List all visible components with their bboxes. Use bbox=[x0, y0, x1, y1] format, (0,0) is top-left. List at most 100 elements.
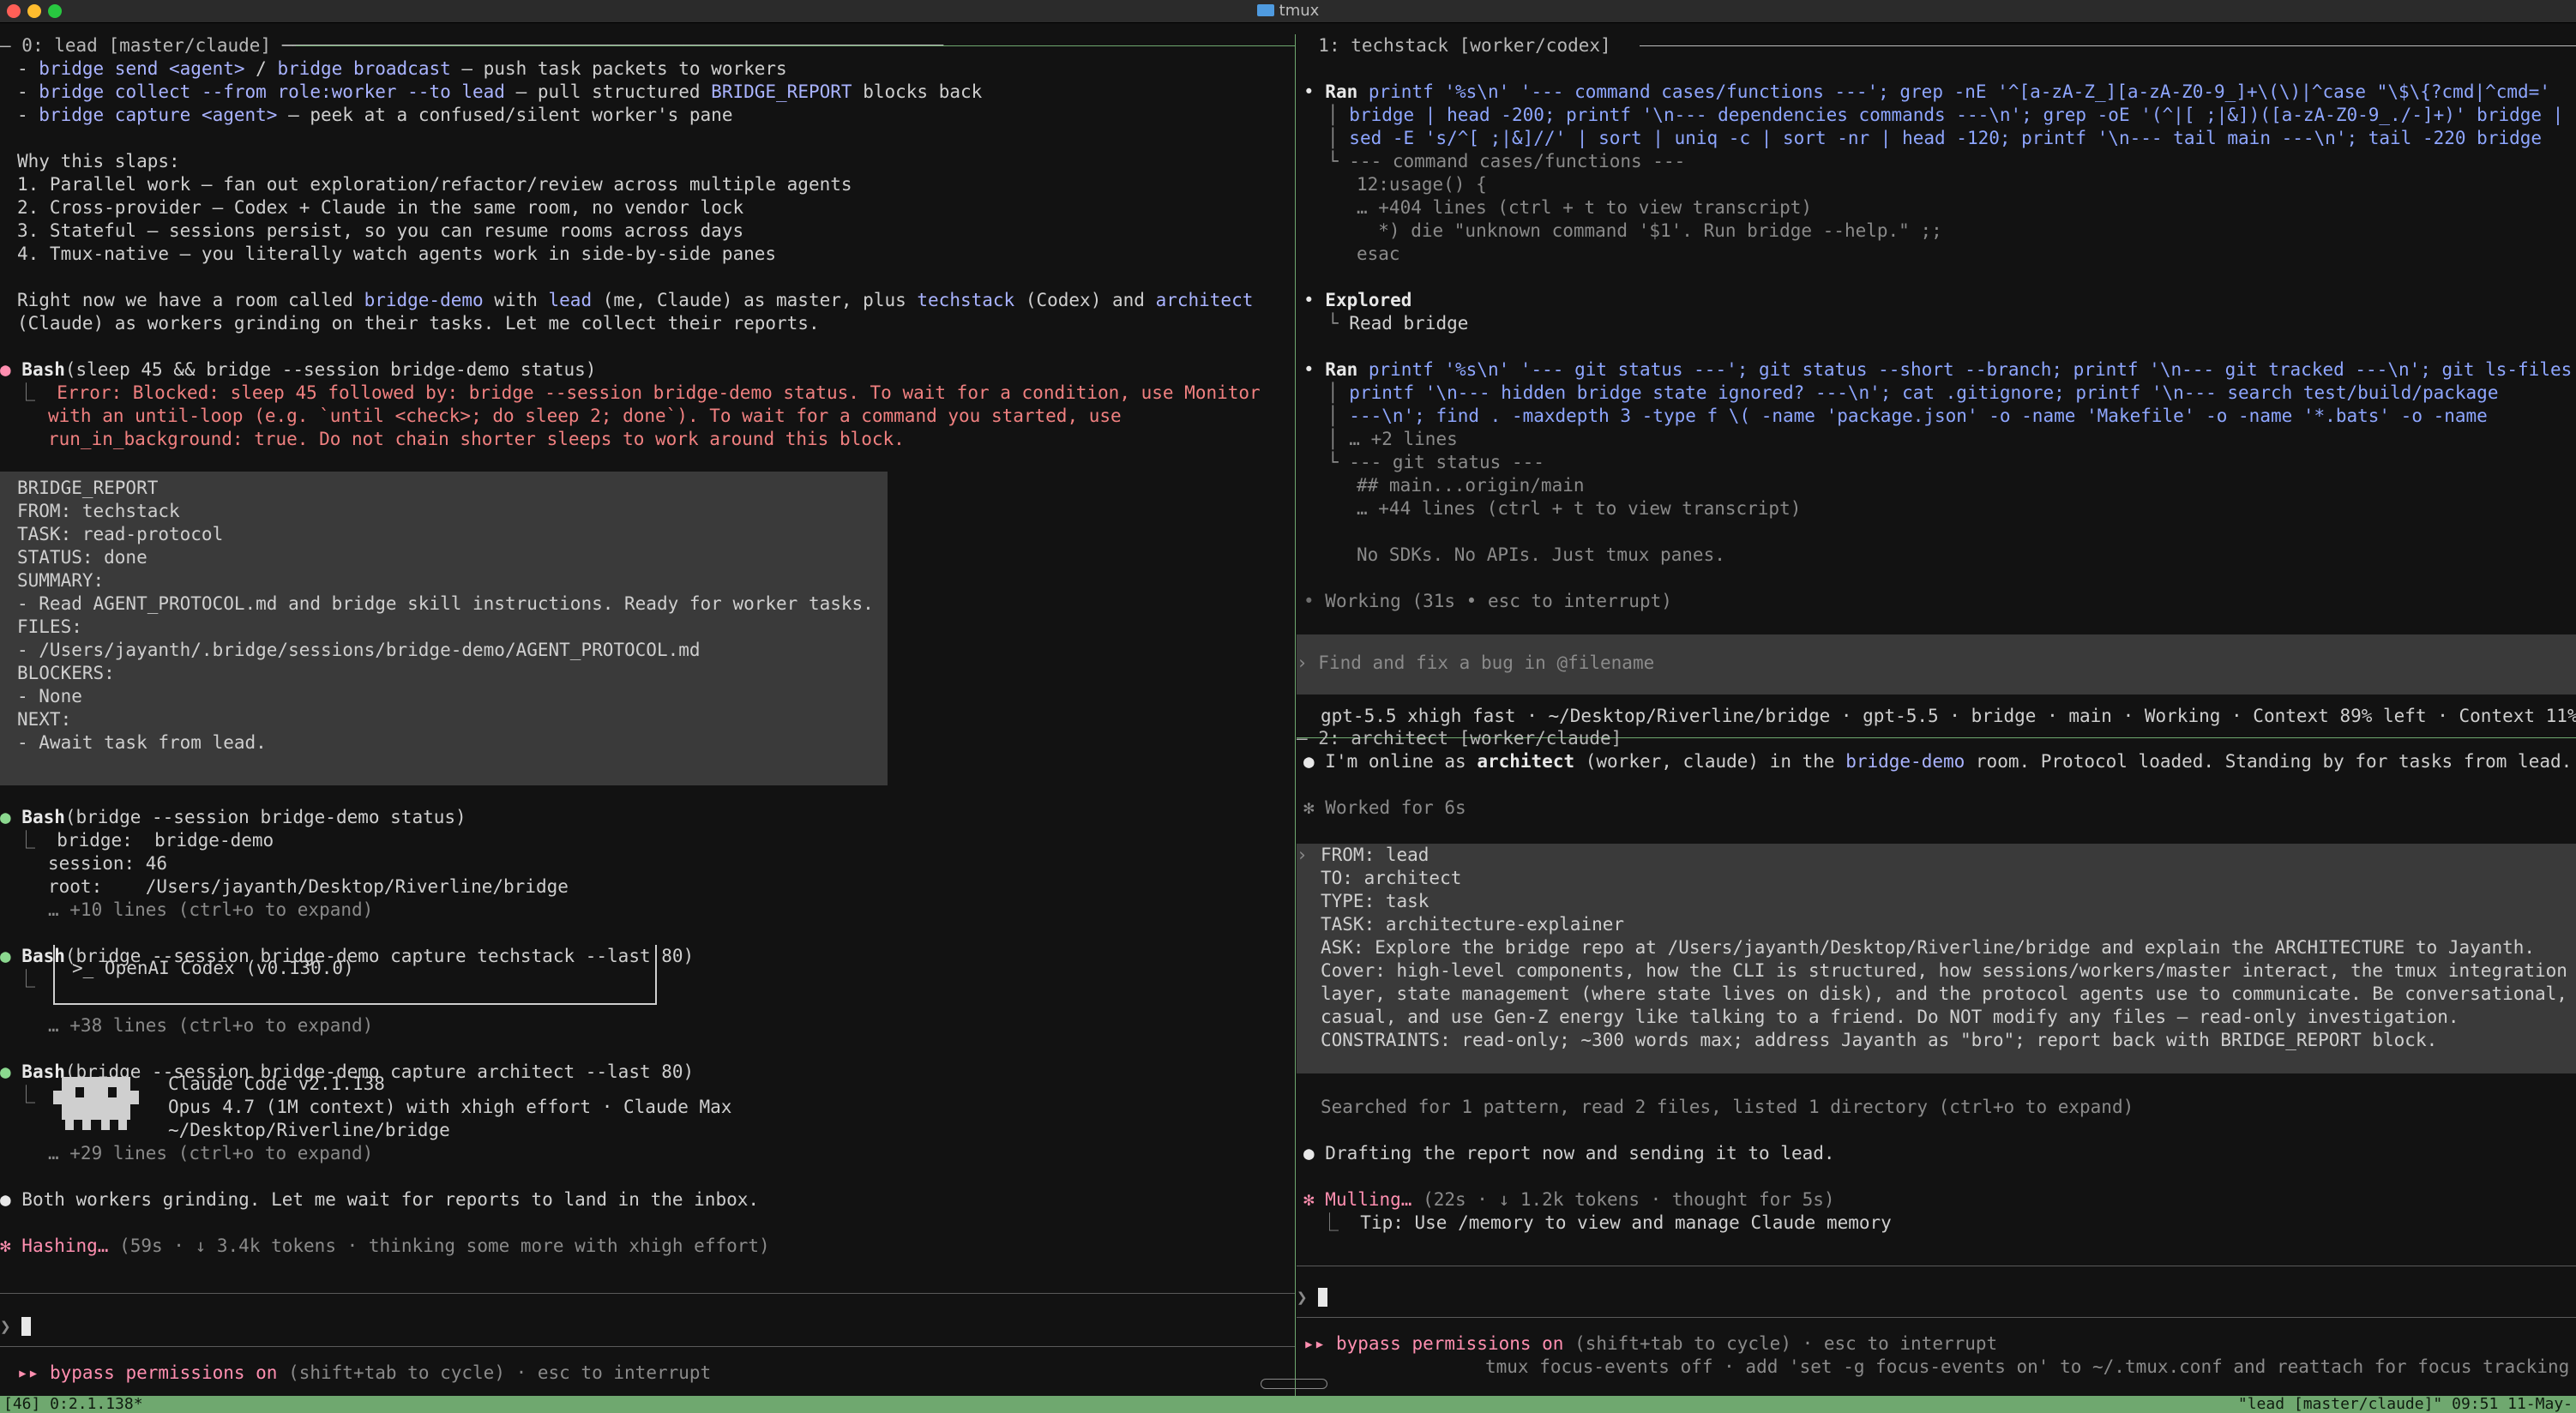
output-line: root: /Users/jayanth/Desktop/Riverline/b… bbox=[48, 876, 569, 897]
list-item: - bridge collect --from role:worker --to… bbox=[17, 81, 982, 104]
prompt-input[interactable]: › Find and fix a bug in @filename bbox=[1297, 652, 1654, 675]
status-left: [46] 0:2.1.138* bbox=[3, 1395, 143, 1413]
command-output: └ --- command cases/functions --- bbox=[1327, 151, 1686, 171]
text: — pull structured bbox=[504, 81, 712, 102]
input-rule-bottom bbox=[0, 1346, 1295, 1347]
task-line: layer, state management (where state liv… bbox=[1321, 983, 2567, 1004]
room-name: bridge-demo bbox=[1845, 751, 1965, 772]
text: with bbox=[483, 290, 549, 310]
prompt-input[interactable]: ❯ bbox=[0, 1315, 32, 1338]
pane-divider-vertical[interactable] bbox=[1295, 34, 1296, 1396]
explored-text: Read bridge bbox=[1349, 313, 1469, 334]
command-text: sed -E 's/^[ ;|&]//' | sort | uniq -c | … bbox=[1349, 128, 2543, 148]
prompt-input[interactable]: ❯ bbox=[1297, 1286, 1328, 1309]
task-packet-block: › FROM: lead TO: architect TYPE: task TA… bbox=[1297, 844, 2576, 1073]
task-line: TASK: architecture-explainer bbox=[1321, 914, 1625, 935]
expand-hint[interactable]: … +38 lines (ctrl+o to expand) bbox=[48, 1014, 373, 1037]
tool-output: ⎿ bridge: bridge-demo bbox=[17, 829, 274, 852]
list-item: 1. Parallel work — fan out exploration/r… bbox=[17, 174, 852, 195]
report-line: STATUS: done bbox=[17, 547, 147, 568]
output-line: Claude Code v2.1.138 bbox=[168, 1073, 385, 1094]
report-line: - None bbox=[17, 686, 82, 706]
expand-hint[interactable]: … +10 lines (ctrl+o to expand) bbox=[48, 899, 373, 922]
report-line: SUMMARY: bbox=[17, 570, 105, 591]
header-rule bbox=[1640, 45, 2576, 46]
text: — push task packets to workers bbox=[450, 58, 787, 79]
spinner-detail: (59s · ↓ 3.4k tokens · thinking some mor… bbox=[108, 1236, 770, 1256]
pane-lead[interactable]: — 0: lead [master/claude] ──────────────… bbox=[0, 34, 1295, 1396]
resize-handle[interactable] bbox=[1261, 1379, 1327, 1389]
error-text: with an until-loop (e.g. `until <check>;… bbox=[48, 406, 1122, 426]
bullet-icon: • bbox=[1303, 81, 1326, 102]
text: blocks back bbox=[852, 81, 983, 102]
pane-title: 0: lead [master/claude] bbox=[21, 35, 272, 56]
bypass-permissions-status[interactable]: ▸▸ bypass permissions on (shift+tab to c… bbox=[1303, 1332, 1997, 1356]
report-line: - /Users/jayanth/.bridge/sessions/bridge… bbox=[17, 640, 701, 660]
report-line: - Await task from lead. bbox=[17, 732, 267, 753]
command-text: printf '%s\n' '--- command cases/functio… bbox=[1368, 81, 2550, 102]
branch-icon: ⎿ bbox=[17, 1085, 35, 1105]
pane-header-techstack: 1: techstack [worker/codex] bbox=[1297, 34, 1610, 57]
status-dot-icon: ● bbox=[0, 359, 22, 380]
header-rule bbox=[296, 45, 1295, 46]
tool-name: Bash bbox=[21, 1061, 65, 1082]
pane-architect[interactable]: — 2: architect [worker/claude] ● I'm onl… bbox=[1297, 727, 2576, 1396]
status-dot-icon: ● bbox=[0, 807, 22, 827]
list-item: - bridge capture <agent> — peek at a con… bbox=[17, 104, 732, 127]
command-text: bridge send <agent> bbox=[39, 58, 245, 79]
output-line: --- git status --- bbox=[1349, 452, 1544, 472]
pane-techstack[interactable]: 1: techstack [worker/codex] • Ran printf… bbox=[1297, 34, 2576, 737]
expand-hint[interactable]: Searched for 1 pattern, read 2 files, li… bbox=[1321, 1096, 2134, 1119]
text: (Codex) and bbox=[1014, 290, 1156, 310]
bullet-icon: • bbox=[1303, 290, 1326, 310]
command-text: BRIDGE_REPORT bbox=[711, 81, 852, 102]
output-line: bridge: bridge-demo bbox=[57, 830, 274, 851]
output-line: session: 46 bbox=[48, 853, 168, 874]
task-line: TO: architect bbox=[1321, 868, 1462, 888]
input-rule-bottom bbox=[1297, 1317, 2576, 1318]
spinner-detail: (22s · ↓ 1.2k tokens · thought for 5s) bbox=[1411, 1189, 1835, 1210]
bullet-icon: • bbox=[1303, 359, 1326, 380]
bullet: - bbox=[17, 58, 39, 79]
output-line: --- command cases/functions --- bbox=[1349, 151, 1686, 171]
status-dot-icon: ● bbox=[0, 946, 22, 966]
task-line: TYPE: task bbox=[1321, 891, 1429, 911]
mode-label: bypass permissions on bbox=[49, 1362, 278, 1383]
expand-hint[interactable]: … +404 lines (ctrl + t to view transcrip… bbox=[1357, 196, 1812, 219]
prompt-box[interactable]: › Find and fix a bug in @filename bbox=[1297, 634, 2576, 694]
branch-icon: ⎿ bbox=[17, 969, 35, 989]
expand-hint[interactable]: … +29 lines (ctrl+o to expand) bbox=[48, 1142, 373, 1165]
tool-call: ● Bash(bridge --session bridge-demo stat… bbox=[0, 806, 466, 829]
spinner-status: ✻ Mulling… (22s · ↓ 1.2k tokens · though… bbox=[1303, 1188, 1835, 1212]
report-line: - Read AGENT_PROTOCOL.md and bridge skil… bbox=[17, 593, 874, 614]
folder-icon bbox=[1256, 4, 1274, 16]
task-line: Cover: high-level components, how the CL… bbox=[1321, 960, 2567, 981]
paragraph: Right now we have a room called bridge-d… bbox=[17, 289, 1253, 312]
output-line: Opus 4.7 (1M context) with xhigh effort … bbox=[168, 1097, 732, 1117]
status-right: "lead [master/claude]" 09:51 11-May- bbox=[2237, 1395, 2573, 1413]
bullet-icon: • bbox=[1303, 591, 1326, 611]
task-line: casual, and use Gen-Z energy like talkin… bbox=[1321, 1007, 2459, 1027]
report-line: FROM: techstack bbox=[17, 501, 180, 521]
tool-command: (sleep 45 && bridge --session bridge-dem… bbox=[64, 359, 597, 380]
tip-line: ⎿ Tip: Use /memory to view and manage Cl… bbox=[1321, 1212, 1892, 1233]
prompt-chevron-icon: › bbox=[1297, 652, 1319, 673]
bypass-permissions-status[interactable]: ▸▸ bypass permissions on (shift+tab to c… bbox=[17, 1362, 711, 1385]
message-dot-icon: ● bbox=[1303, 1143, 1326, 1163]
agent-name: architect bbox=[1477, 751, 1575, 772]
assistant-message: ● I'm online as architect (worker, claud… bbox=[1303, 750, 2572, 773]
command-output: └ --- git status --- bbox=[1327, 452, 1544, 472]
assistant-message: ● Drafting the report now and sending it… bbox=[1303, 1142, 1835, 1165]
pane-header-architect: — 2: architect [worker/claude] bbox=[1297, 728, 1622, 749]
tool-call: ● Bash(sleep 45 && bridge --session brid… bbox=[0, 358, 596, 382]
command-output: │ … +2 lines bbox=[1327, 429, 1458, 449]
text: (worker, claude) in the bbox=[1574, 751, 1846, 772]
expand-hint[interactable]: … +44 lines (ctrl + t to view transcript… bbox=[1357, 497, 1801, 520]
bridge-report-block: BRIDGE_REPORT FROM: techstack TASK: read… bbox=[0, 472, 888, 785]
command-text: printf '\n--- hidden bridge state ignore… bbox=[1349, 382, 2499, 403]
output-line: *) die "unknown command '$1'. Run bridge… bbox=[1357, 220, 1942, 241]
agent-name: techstack bbox=[917, 290, 1015, 310]
list-item: 4. Tmux-native — you literally watch age… bbox=[17, 244, 777, 264]
command-text: bridge capture <agent> bbox=[39, 105, 278, 125]
list-item: - bridge send <agent> / bridge broadcast… bbox=[17, 57, 787, 81]
